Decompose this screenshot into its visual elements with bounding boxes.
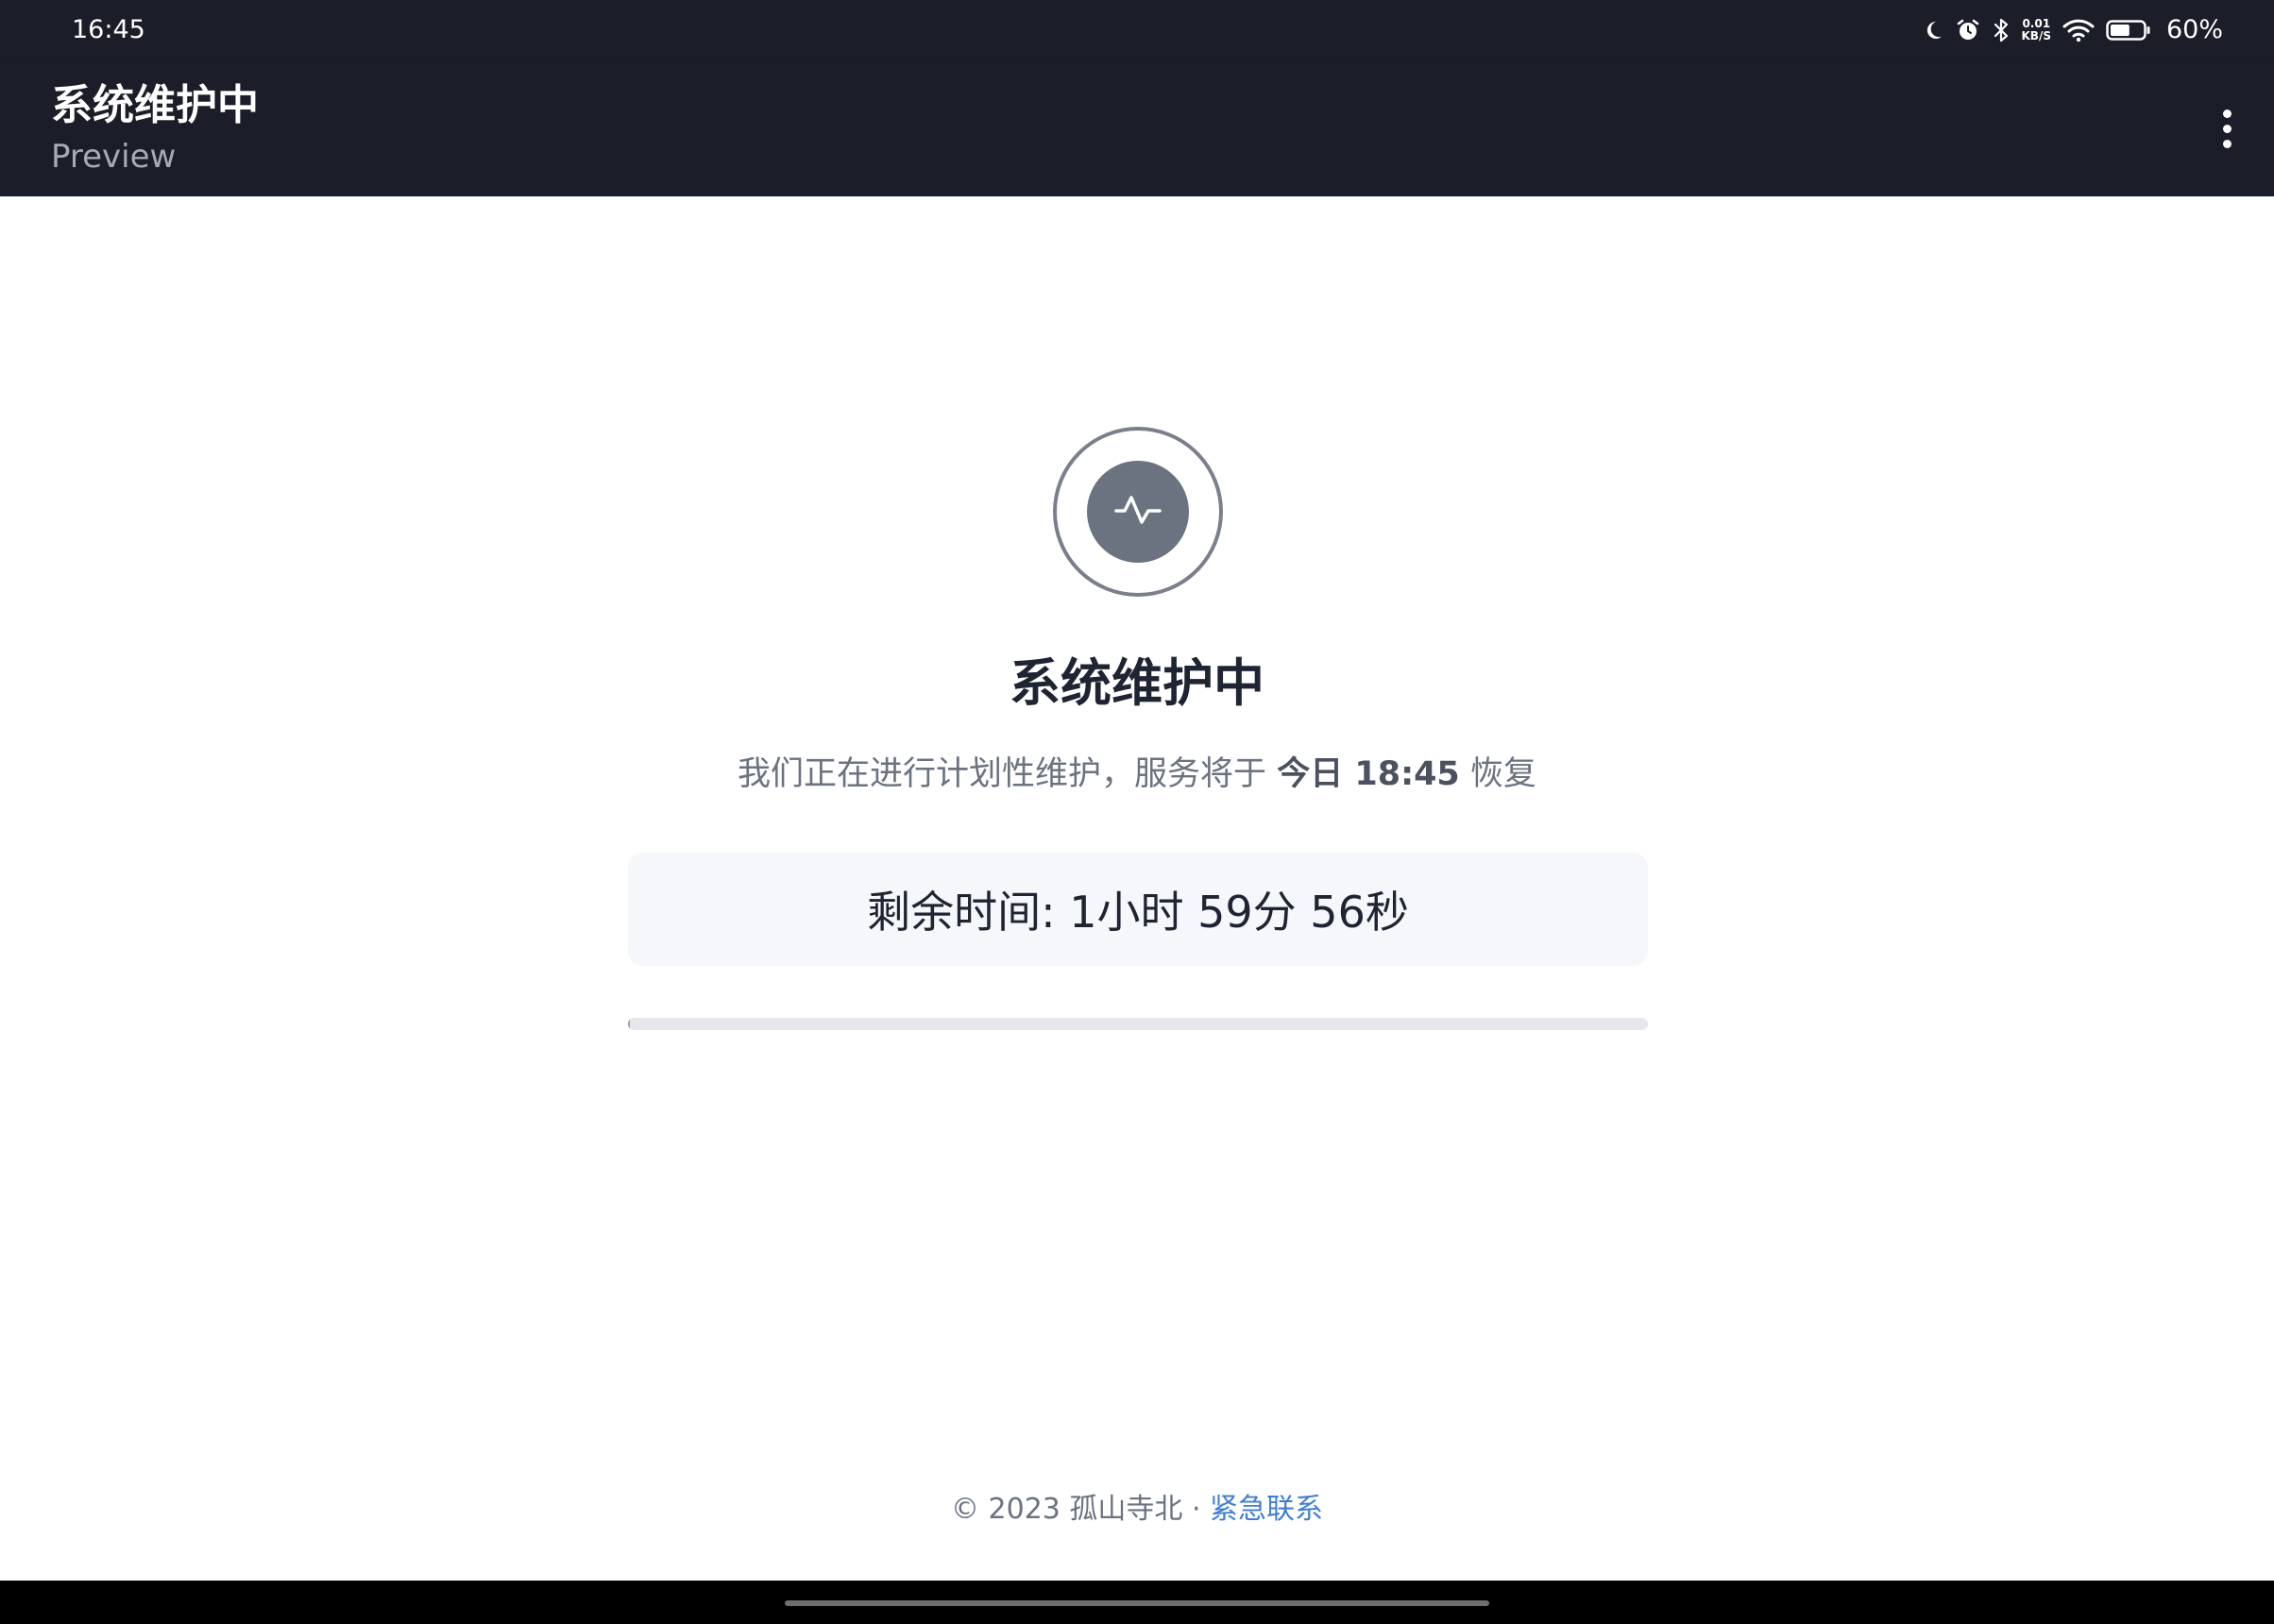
app-bar: 系统维护中 Preview <box>0 60 2274 196</box>
maintenance-message: 我们正在进行计划性维护，服务将于 今日 18:45 恢复 <box>0 752 2274 797</box>
status-time: 16:45 <box>72 15 145 44</box>
app-title: 系统维护中 <box>51 81 259 129</box>
overflow-menu-icon[interactable] <box>2200 102 2253 155</box>
gesture-navigation-bar <box>0 1581 2274 1624</box>
moon-icon <box>1922 19 1944 42</box>
network-speed: 0.01 KB/S <box>2022 18 2051 42</box>
wifi-icon <box>2062 18 2095 42</box>
network-speed-unit: KB/S <box>2021 29 2051 42</box>
progress-fill <box>628 1018 631 1030</box>
countdown-box: 剩余时间: 1小时 59分 56秒 <box>628 853 1648 966</box>
page-title: 系统维护中 <box>1010 653 1264 713</box>
message-prefix: 我们正在进行计划性维护，服务将于 <box>738 755 1278 793</box>
emergency-contact-link[interactable]: 紧急联系 <box>1210 1493 1323 1526</box>
battery-icon <box>2106 19 2151 42</box>
alarm-icon <box>1956 18 1980 42</box>
maintenance-page: 系统维护中 我们正在进行计划性维护，服务将于 今日 18:45 恢复 剩余时间:… <box>0 196 2274 1581</box>
battery-percent: 60% <box>2165 15 2223 44</box>
countdown-text: 剩余时间: 1小时 59分 56秒 <box>867 887 1409 938</box>
resume-time: 今日 18:45 <box>1277 755 1460 793</box>
maintenance-emblem <box>1053 427 1223 597</box>
app-subtitle: Preview <box>51 138 177 176</box>
bluetooth-icon <box>1992 17 2011 43</box>
footer: © 2023 孤山寺北 · 紧急联系 <box>0 1490 2274 1530</box>
overflow-menu-dot <box>2222 139 2232 148</box>
overflow-menu-dot <box>2222 124 2232 133</box>
message-suffix: 恢复 <box>1459 755 1536 793</box>
emblem-inner-circle <box>1087 461 1189 563</box>
maintenance-progress-bar <box>628 1018 1648 1030</box>
system-status-bar: 16:45 0.01 KB/S 60% <box>0 0 2274 60</box>
activity-pulse-icon <box>1112 484 1163 539</box>
status-icons: 0.01 KB/S 60% <box>1922 13 2223 47</box>
overflow-menu-dot <box>2222 109 2232 118</box>
home-indicator[interactable] <box>785 1600 1489 1606</box>
footer-copyright: © 2023 孤山寺北 · <box>950 1493 1211 1526</box>
